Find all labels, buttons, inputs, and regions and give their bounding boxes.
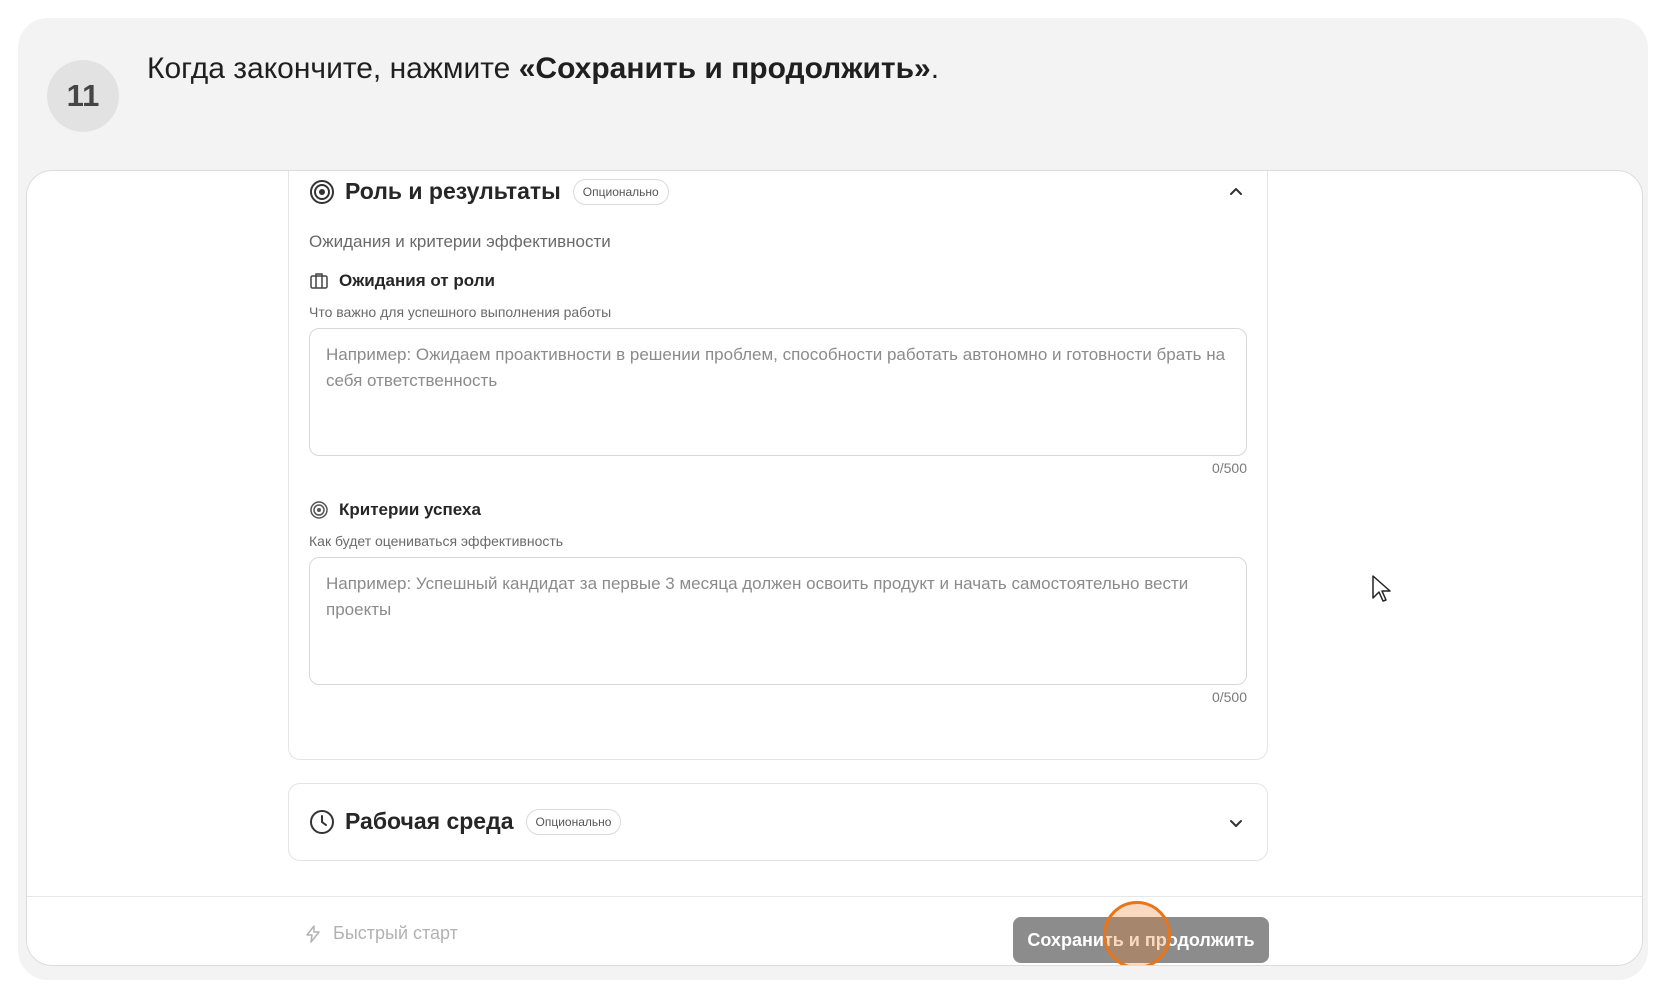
expectations-hint: Что важно для успешного выполнения работ… [309,304,612,320]
instruction-end: . [930,52,940,85]
role-section-title: Роль и результаты [345,178,561,204]
instruction-highlight: «Сохранить и продолжить» [518,52,931,85]
instruction-text: Когда закончите, нажмите [147,52,519,85]
step-number: 11 [47,60,119,132]
optional-badge: Опционально [572,178,669,205]
briefcase-icon [310,273,328,289]
target-icon [310,501,328,519]
click-indicator [1103,901,1171,965]
expectations-textarea[interactable]: Например: Ожидаем проактивности в решени… [309,328,1247,456]
chevron-up-icon[interactable] [1227,182,1245,200]
lightning-icon [306,924,320,943]
chevron-down-icon[interactable] [1227,814,1245,832]
success-criteria-label-text: Критерии успеха [339,500,481,519]
expectations-counter: 0/500 [1211,460,1247,476]
step-instruction: Когда закончите, нажмите «Сохранить и пр… [147,52,939,86]
expectations-label-text: Ожидания от роли [339,271,495,290]
clock-icon [310,809,334,834]
screenshot-frame: Роль и результаты Опционально Ожидания и… [26,170,1643,966]
mouse-cursor-icon [1372,575,1391,602]
role-section-header[interactable]: Роль и результаты Опционально [309,178,669,205]
optional-badge: Опционально [525,808,622,835]
success-criteria-textarea[interactable]: Например: Успешный кандидат за первые 3 … [309,557,1247,685]
success-criteria-label: Критерии успеха [309,500,481,520]
quick-start-button[interactable]: Быстрый старт [303,923,458,944]
step-card: 11 Когда закончите, нажмите «Сохранить и… [18,18,1648,980]
env-section-header[interactable]: Рабочая среда Опционально [309,808,622,835]
expectations-label: Ожидания от роли [309,271,495,291]
work-environment-section[interactable]: Рабочая среда Опционально [288,783,1268,861]
success-criteria-hint: Как будет оцениваться эффективность [309,533,564,549]
role-results-section: Роль и результаты Опционально Ожидания и… [288,171,1268,760]
quick-start-label: Быстрый старт [333,923,458,943]
role-section-subtitle: Ожидания и критерии эффективности [309,232,611,251]
footer-divider [27,896,1642,897]
success-criteria-counter: 0/500 [1211,689,1247,705]
target-icon [310,179,334,204]
env-section-title: Рабочая среда [345,808,514,834]
